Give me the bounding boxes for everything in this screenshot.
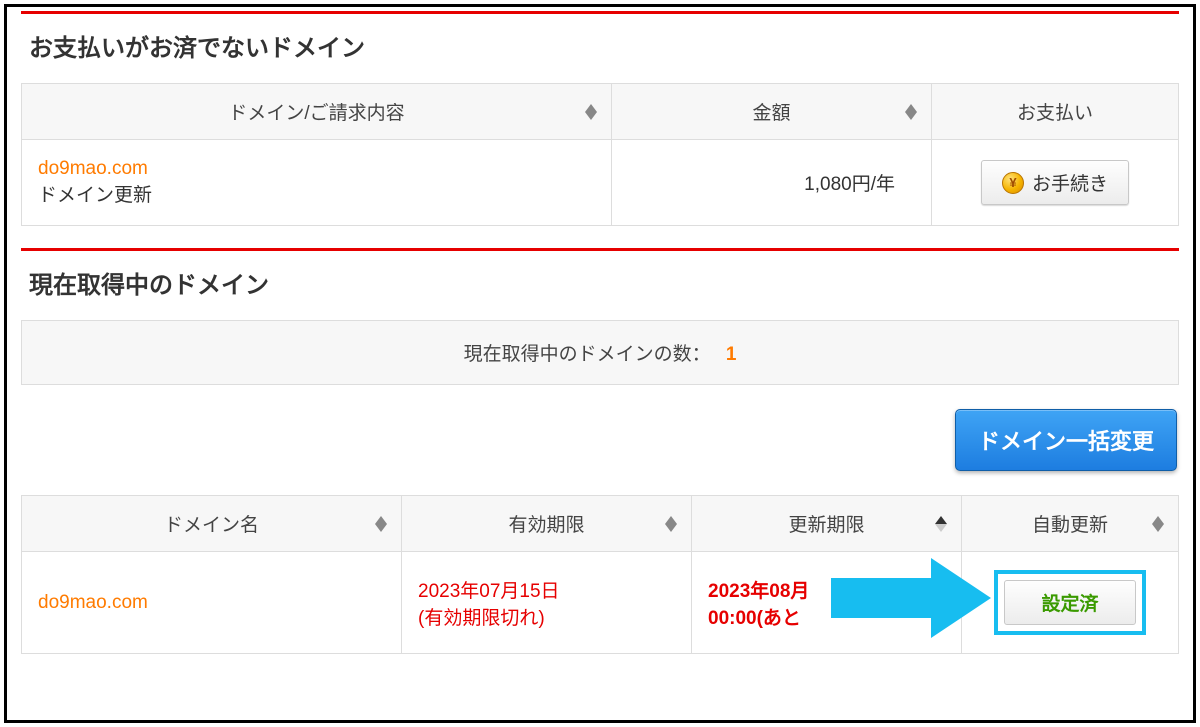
sort-icon (905, 104, 917, 120)
bulk-change-button[interactable]: ドメイン一括変更 (955, 409, 1177, 471)
domain-count-value: 1 (726, 344, 737, 365)
renew-deadline-time: 00:00(あと (708, 603, 945, 630)
current-domains-section: 現在取得中のドメイン 現在取得中のドメインの数： 1 ドメイン一括変更 ドメイン… (21, 248, 1179, 654)
unpaid-domains-table: ドメイン/ご請求内容 金額 (21, 83, 1179, 226)
table-row: do9mao.com 2023年07月15日 (有効期限切れ) 2023年08月… (22, 552, 1179, 654)
col-header-valid-label: 有効期限 (508, 510, 584, 537)
col-header-auto[interactable]: 自動更新 (962, 496, 1179, 552)
section-divider (21, 248, 1179, 251)
col-header-amount-label: 金額 (752, 98, 790, 125)
col-header-name-label: ドメイン名 (164, 510, 259, 537)
sort-icon (585, 104, 597, 120)
col-header-domain-label: ドメイン/ご請求内容 (228, 98, 404, 125)
sort-icon (375, 516, 387, 532)
domain-link[interactable]: do9mao.com (38, 158, 595, 180)
current-domains-table: ドメイン名 有効期限 (21, 495, 1179, 654)
amount-value: 1,080円/年 (612, 140, 932, 226)
section-divider (21, 11, 1179, 14)
col-header-payment: お支払い (932, 84, 1179, 140)
auto-renew-highlight: 設定済 (994, 570, 1145, 635)
domain-link[interactable]: do9mao.com (38, 592, 148, 613)
unpaid-domains-section: お支払いがお済でないドメイン ドメイン/ご請求内容 (21, 11, 1179, 226)
section-title-current: 現在取得中のドメイン (21, 255, 1179, 320)
valid-expired-note: (有効期限切れ) (418, 603, 675, 630)
section-title-unpaid: お支払いがお済でないドメイン (21, 18, 1179, 83)
renew-deadline-date: 2023年08月 (708, 576, 945, 603)
col-header-payment-label: お支払い (1017, 98, 1093, 125)
domain-count-bar: 現在取得中のドメインの数： 1 (21, 320, 1179, 385)
domain-count-label: 現在取得中のドメインの数： (464, 344, 711, 365)
valid-until-date: 2023年07月15日 (418, 576, 675, 603)
sort-icon (665, 516, 677, 532)
col-header-amount[interactable]: 金額 (612, 84, 932, 140)
proceed-payment-label: お手続き (1032, 169, 1108, 196)
proceed-payment-button[interactable]: ¥ お手続き (981, 160, 1129, 205)
yen-coin-icon: ¥ (1002, 172, 1024, 194)
sort-up-icon (935, 516, 947, 532)
col-header-auto-label: 自動更新 (1032, 510, 1108, 537)
sort-icon (1152, 516, 1164, 532)
col-header-valid[interactable]: 有効期限 (402, 496, 692, 552)
col-header-name[interactable]: ドメイン名 (22, 496, 402, 552)
col-header-domain[interactable]: ドメイン/ご請求内容 (22, 84, 612, 140)
col-header-renew[interactable]: 更新期限 (692, 496, 962, 552)
table-row: do9mao.com ドメイン更新 1,080円/年 ¥ お手続き (22, 140, 1179, 226)
billing-desc: ドメイン更新 (38, 180, 595, 207)
col-header-renew-label: 更新期限 (788, 510, 864, 537)
auto-renew-status-button[interactable]: 設定済 (1004, 580, 1135, 625)
